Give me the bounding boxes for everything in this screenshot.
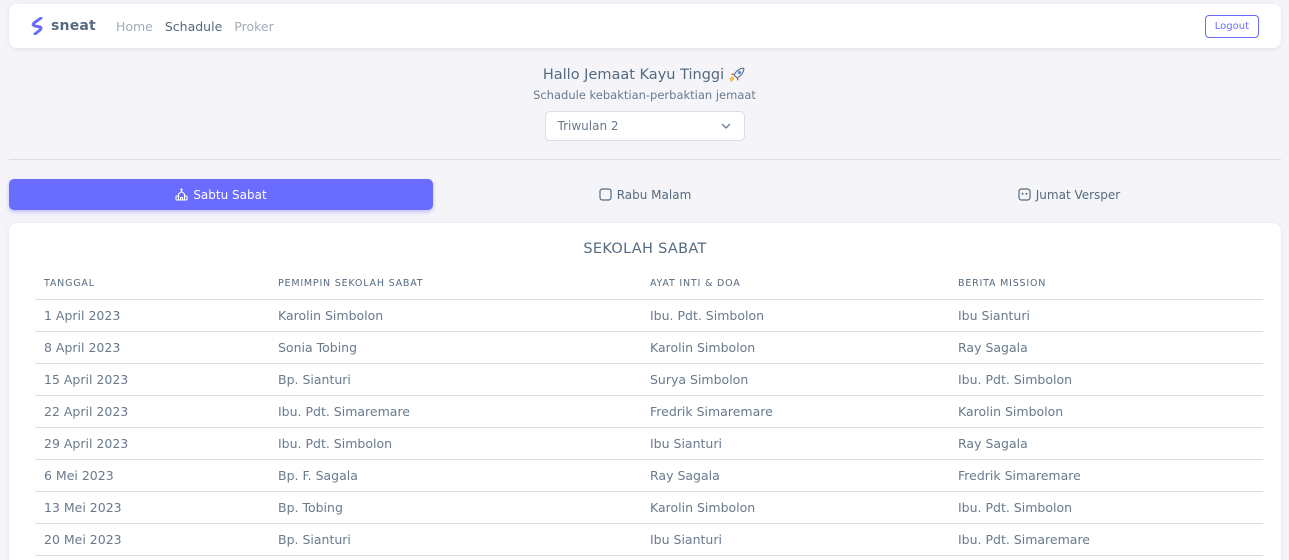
tab-jumat-versper[interactable]: Jumat Versper <box>857 179 1281 210</box>
rocket-icon <box>729 67 745 82</box>
divider <box>9 159 1281 160</box>
table-cell: Ibu Sianturi <box>641 523 949 556</box>
chevron-down-icon <box>721 123 730 129</box>
nav-link-schadule[interactable]: Schadule <box>165 19 222 34</box>
column-header-ayat-inti: AYAT INTI & DOA <box>641 269 949 300</box>
nav-link-home[interactable]: Home <box>116 19 153 34</box>
schedule-tabs: Sabtu Sabat Rabu Malam Jumat Versper <box>9 179 1281 210</box>
church-icon <box>175 188 188 201</box>
tab-label: Rabu Malam <box>616 187 692 202</box>
table-body: 1 April 2023 Karolin Simbolon Ibu. Pdt. Si… <box>35 299 1263 556</box>
sneat-logo-icon <box>31 17 43 35</box>
table-cell: Karolin Simbolon <box>269 299 641 332</box>
tab-label: Sabtu Sabat <box>193 187 267 202</box>
table-cell: Ibu. Pdt. Simbolon <box>949 363 1263 396</box>
table-cell: Ray Sagala <box>949 331 1263 364</box>
ghost-icon <box>1018 188 1031 201</box>
table-cell: 20 Mei 2023 <box>35 523 269 556</box>
nav-link-proker[interactable]: Proker <box>234 19 273 34</box>
table-cell: 6 Mei 2023 <box>35 459 269 492</box>
tab-sabtu-sabat[interactable]: Sabtu Sabat <box>9 179 433 210</box>
table-cell: Bp. Tobing <box>269 491 641 524</box>
table-header-row: TANGGAL PEMIMPIN SEKOLAH SABAT AYAT INTI… <box>35 269 1263 300</box>
table-cell: 13 Mei 2023 <box>35 491 269 524</box>
schedule-table: TANGGAL PEMIMPIN SEKOLAH SABAT AYAT INTI… <box>35 269 1263 556</box>
schedule-card: SEKOLAH SABAT TANGGAL PEMIMPIN SEKOLAH S… <box>9 223 1281 560</box>
logout-button[interactable]: Logout <box>1204 14 1259 38</box>
column-header-berita-mission: BERITA MISSION <box>949 269 1263 300</box>
table-cell: Ibu. Pdt. Simaremare <box>949 523 1263 556</box>
table-cell: Ray Sagala <box>641 459 949 492</box>
triwulan-select[interactable]: Triwulan 2 <box>544 111 745 141</box>
page-subtitle: Schadule kebaktian-perbaktian jemaat <box>533 88 756 102</box>
table-cell: 8 April 2023 <box>35 331 269 364</box>
page-title-text: Hallo Jemaat Kayu Tinggi <box>542 67 725 83</box>
table-cell: 15 April 2023 <box>35 363 269 396</box>
brand[interactable]: sneat <box>31 17 96 35</box>
table-cell: Bp. F. Sagala <box>269 459 641 492</box>
hero: Hallo Jemaat Kayu Tinggi Schadule kebakt… <box>0 64 1289 141</box>
table-cell: Ibu. Pdt. Simbolon <box>949 491 1263 524</box>
brand-name: sneat <box>51 18 96 34</box>
navbar: sneat Home Schadule Proker Logout <box>9 4 1281 48</box>
table-cell: Surya Simbolon <box>641 363 949 396</box>
table-row: 6 Mei 2023 Bp. F. Sagala Ray Sagala Fredrik… <box>35 459 1263 492</box>
table-cell: Fredrik Simaremare <box>949 459 1263 492</box>
table-cell: Bp. Sianturi <box>269 363 641 396</box>
table-cell: Ibu. Pdt. Simbolon <box>641 299 949 332</box>
column-header-tanggal: TANGGAL <box>35 269 269 300</box>
square-icon <box>599 188 612 201</box>
table-cell: 1 April 2023 <box>35 299 269 332</box>
table-cell: Ibu Sianturi <box>949 299 1263 332</box>
table-cell: Ibu Sianturi <box>641 427 949 460</box>
table-row: 13 Mei 2023 Bp. Tobing Karolin Simbolon Ibu… <box>35 491 1263 524</box>
table-row: 15 April 2023 Bp. Sianturi Surya Simbolon I… <box>35 363 1263 396</box>
table-cell: 29 April 2023 <box>35 427 269 460</box>
table-cell: Karolin Simbolon <box>949 395 1263 428</box>
page-title: Hallo Jemaat Kayu Tinggi <box>543 66 746 84</box>
table-cell: Bp. Sianturi <box>269 523 641 556</box>
table-cell: Ray Sagala <box>949 427 1263 460</box>
tab-label: Jumat Versper <box>1035 187 1121 202</box>
table-row: 8 April 2023 Sonia Tobing Karolin Simbolon… <box>35 331 1263 364</box>
table-cell: Karolin Simbolon <box>641 491 949 524</box>
column-header-pemimpin: PEMIMPIN SEKOLAH SABAT <box>269 269 641 300</box>
card-title: SEKOLAH SABAT <box>583 241 707 257</box>
table-row: 1 April 2023 Karolin Simbolon Ibu. Pdt. Si… <box>35 299 1263 332</box>
table-row: 29 April 2023 Ibu. Pdt. Simbolon Ibu Siant… <box>35 427 1263 460</box>
table-cell: Ibu. Pdt. Simbolon <box>269 427 641 460</box>
table-cell: Karolin Simbolon <box>641 331 949 364</box>
select-value: Triwulan 2 <box>557 119 619 133</box>
tab-rabu-malam[interactable]: Rabu Malam <box>433 179 857 210</box>
table-row: 20 Mei 2023 Bp. Sianturi Ibu Sianturi Ibu. … <box>35 523 1263 556</box>
table-cell: Ibu. Pdt. Simaremare <box>269 395 641 428</box>
table-cell: Fredrik Simaremare <box>641 395 949 428</box>
table-row: 22 April 2023 Ibu. Pdt. Simaremare Fredrik… <box>35 395 1263 428</box>
table-cell: Sonia Tobing <box>269 331 641 364</box>
table-cell: 22 April 2023 <box>35 395 269 428</box>
